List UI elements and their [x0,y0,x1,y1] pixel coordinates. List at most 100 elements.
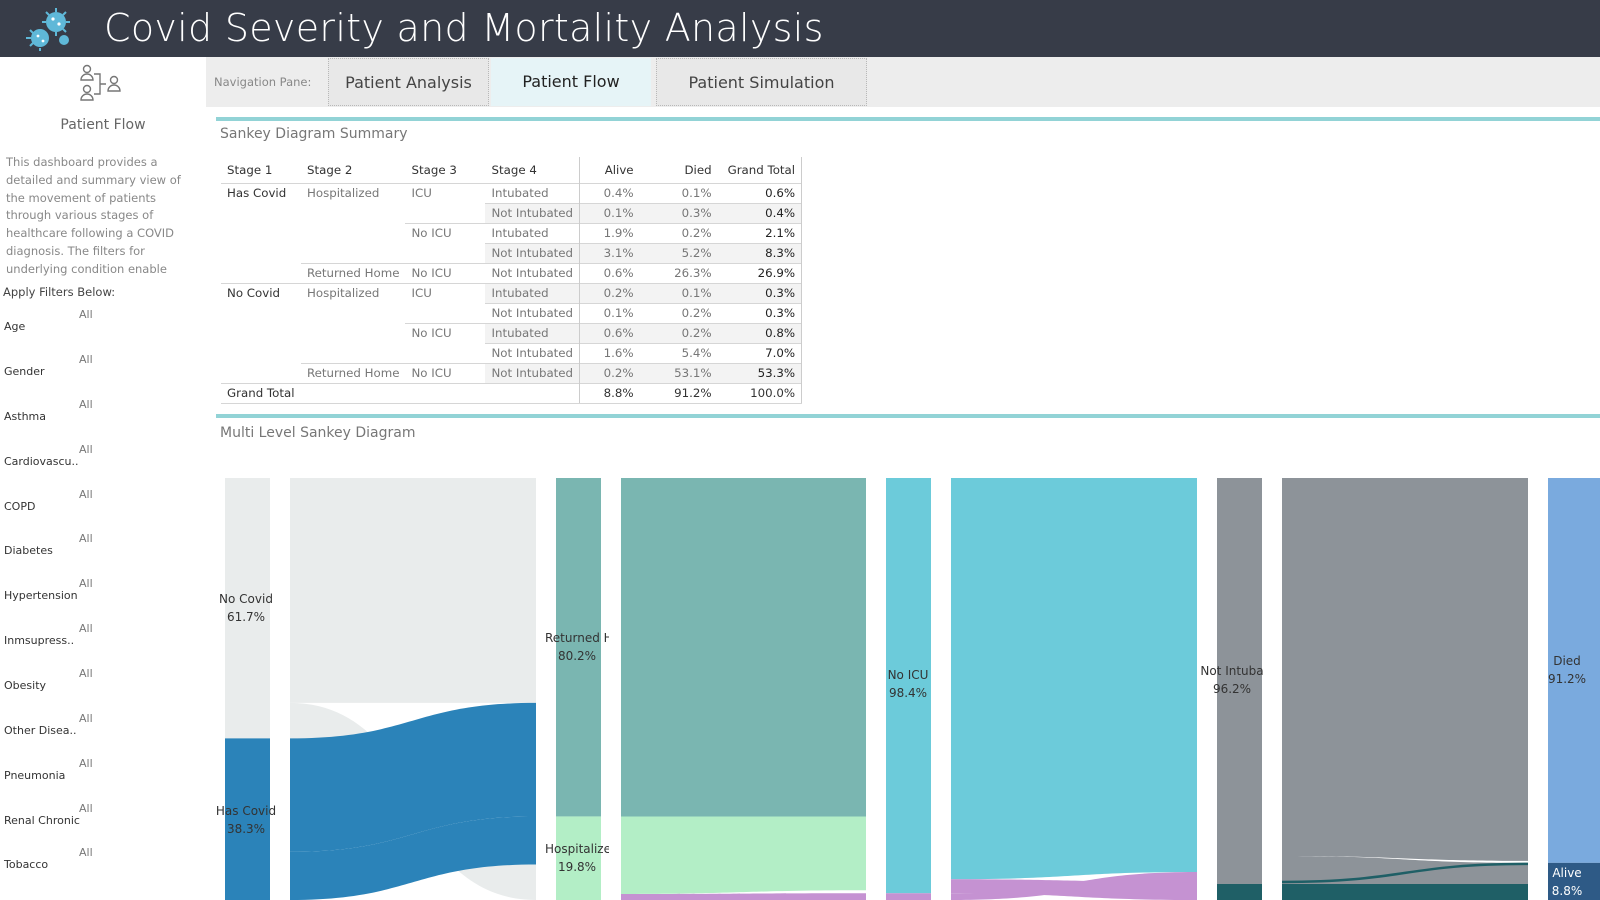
node-pct: 80.2% [557,649,597,663]
filter-value[interactable]: All [79,757,93,770]
filter-label: Diabetes [4,544,53,557]
col-header-stage1: Stage 1 [227,162,273,177]
filter-cardiovascular[interactable]: Cardiovascu.. All [4,443,204,483]
cell-stage2 [301,343,405,363]
cell-died: 0.3% [639,202,718,223]
filter-asthma[interactable]: Asthma All [4,398,204,438]
panel-divider [216,117,1600,121]
cell-stage3: No ICU [405,222,486,243]
cell-stage2 [301,223,405,243]
sankey-panel: Multi Level Sankey Diagram [216,414,1600,900]
filter-label: Obesity [4,679,47,692]
node-pct: 61.7% [226,610,266,624]
cell-alive: 3.1% [579,242,640,263]
filter-value[interactable]: All [79,308,93,321]
cell-died: 5.4% [639,342,718,363]
tab-patient-simulation[interactable]: Patient Simulation [656,58,867,106]
cell-stage4: Intubated [485,222,580,243]
cell-died: 0.1% [639,182,718,203]
cell-stage2 [301,323,405,343]
filter-label: Inmsupress.. [4,634,75,647]
filter-gender[interactable]: Gender All [4,353,204,393]
cell-alive: 1.9% [579,222,640,243]
node-pct: 38.3% [226,822,266,836]
node-name: Died [1553,654,1581,668]
cell-stage4: Not Intubated [485,242,580,263]
cell-stage1 [221,263,301,283]
node-label-no-covid: No Covid 61.7% [212,590,280,626]
sidebar-title: Patient Flow [60,117,146,133]
filter-label: Other Disea.. [4,724,77,737]
node-pct: 91.2% [1547,672,1587,686]
navigation-pane: Navigation Pane: Patient Analysis Patien… [206,57,1600,107]
cell-stage2 [301,303,405,323]
filter-value[interactable]: All [79,667,93,680]
cell-died: 0.2% [639,302,718,323]
filter-value[interactable]: All [79,443,93,456]
filter-label: Pneumonia [4,769,66,782]
cell-stage3 [405,303,485,323]
cell-grand-total: 0.6% [717,182,803,203]
cell-stage1 [221,343,301,363]
filter-hypertension[interactable]: Hypertension All [4,577,204,617]
summary-panel: Sankey Diagram Summary Stage 1 Stage 2 S… [216,117,1600,413]
filter-value[interactable]: All [79,398,93,411]
filter-label: Age [4,320,26,333]
filter-label: Gender [4,365,45,378]
panel-divider [216,414,1600,418]
filter-value[interactable]: All [79,532,93,545]
cell-stage2: Hospitalized [301,182,406,203]
filter-pneumonia[interactable]: Pneumonia All [4,757,204,797]
node-label-hospitalized: Hospitalize 19.8% [545,840,609,876]
cell-stage1: No Covid [221,282,301,303]
filter-copd[interactable]: COPD All [4,488,204,528]
cell-stage3: No ICU [405,362,486,383]
cell-died: 0.2% [639,322,718,343]
filter-diabetes[interactable]: Diabetes All [4,532,204,572]
filter-other-disease[interactable]: Other Disea.. All [4,712,204,752]
cell-stage2 [301,203,405,223]
cell-alive: 8.8% [579,382,640,404]
col-header-alive: Alive [579,157,640,183]
cell-alive: 0.2% [579,362,640,383]
cell-grand-total: 7.0% [717,342,803,363]
cell-stage4: Not Intubated [485,342,580,363]
filter-renal-chronic[interactable]: Renal Chronic All [4,802,204,842]
cell-stage4: Not Intubated [485,302,580,323]
cell-died: 5.2% [639,242,718,263]
filter-value[interactable]: All [79,488,93,501]
filter-value[interactable]: All [79,712,93,725]
filter-tobacco[interactable]: Tobacco All [4,846,204,886]
cell-stage1 [221,203,301,223]
col-header-stage2: Stage 2 [307,162,353,177]
tab-patient-flow[interactable]: Patient Flow [491,58,651,106]
filter-value[interactable]: All [79,353,93,366]
cell-stage1 [221,323,301,343]
cell-stage4: Intubated [485,182,580,203]
tab-patient-analysis[interactable]: Patient Analysis [328,58,489,106]
cell-stage2: Returned Home [301,362,406,383]
cell-grand-total: 0.4% [717,202,803,223]
filter-value[interactable]: All [79,622,93,635]
filter-label: Renal Chronic [4,814,80,827]
node-name: Hospitalize [545,842,609,856]
summary-table: Stage 1 Stage 2 Stage 3 Stage 4 Alive Di… [221,157,803,404]
table-row: No ICU Intubated 1.9% 0.2% 2.1% [221,222,803,243]
filter-age[interactable]: Age All [4,308,204,348]
cell-died: 53.1% [639,362,718,383]
node-name: No ICU [887,668,929,682]
cell-grand-total: 8.3% [717,242,803,263]
cell-died: 0.1% [639,282,718,303]
filter-immunosuppressed[interactable]: Inmsupress.. All [4,622,204,662]
filter-value[interactable]: All [79,802,93,815]
cell-stage3 [405,243,485,263]
cell-alive: 0.4% [579,182,640,203]
filter-label: Hypertension [4,589,78,602]
filter-value[interactable]: All [79,577,93,590]
filter-value[interactable]: All [79,846,93,859]
node-label-alive: Alive 8.8% [1534,864,1600,900]
filter-obesity[interactable]: Obesity All [4,667,204,707]
table-row: Not Intubated 3.1% 5.2% 8.3% [221,242,803,263]
table-row: Not Intubated 1.6% 5.4% 7.0% [221,342,803,363]
cell-stage1: Has Covid [221,182,301,203]
